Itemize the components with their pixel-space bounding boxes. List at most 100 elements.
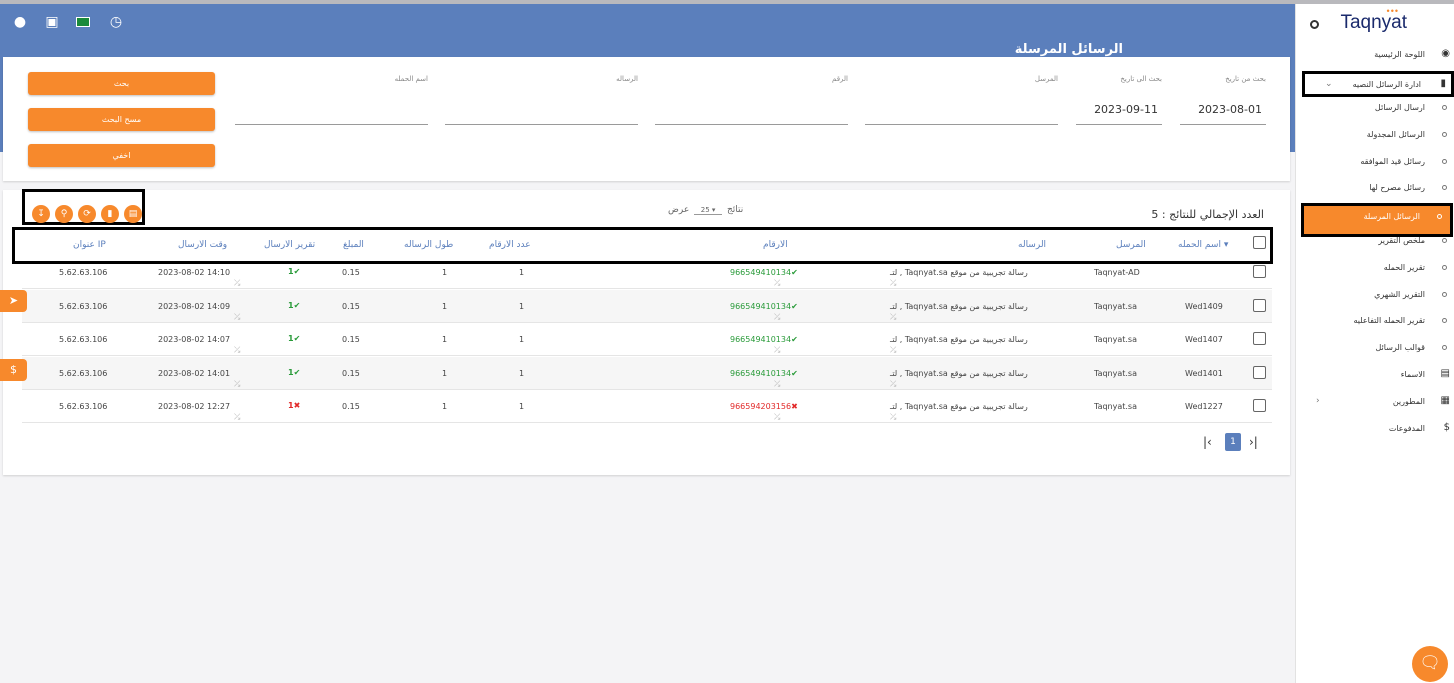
user-circle-icon[interactable]: ● [12, 14, 28, 30]
refresh-icon[interactable]: ⟳ [78, 205, 96, 223]
sidebar-item-label: اللوحة الرئيسية [1374, 50, 1425, 59]
clock-icon[interactable]: ◷ [108, 14, 124, 30]
resize-icon: ⤰ [774, 379, 781, 388]
cell-length: 1 [442, 268, 448, 277]
bullet-icon [1442, 292, 1447, 297]
resize-icon: ⤰ [234, 379, 241, 388]
select-all-checkbox[interactable] [1253, 236, 1266, 249]
page-size-control: نتائج 25 ▾ عرض [668, 205, 743, 215]
sidebar-item-6[interactable]: رسائل مصرح لها [1296, 177, 1454, 199]
cell-message: رسالة تجريبية من موقع Taqnyat.sa , لتـ [890, 369, 1028, 378]
col-message-header[interactable]: الرساله [1018, 240, 1046, 250]
saudi-flag-icon[interactable] [76, 17, 90, 27]
sidebar-item-12[interactable]: قوالب الرسائل [1296, 337, 1454, 359]
sidebar-item-10[interactable]: التقرير الشهري [1296, 284, 1454, 306]
cell-time: 2023-08-02 14:10 [158, 268, 231, 277]
current-page-button[interactable]: 1 [1225, 433, 1241, 451]
bullet-icon [1442, 318, 1447, 323]
col-amount-header[interactable]: المبلغ [343, 240, 364, 250]
row-checkbox[interactable] [1253, 366, 1266, 379]
search-icon[interactable]: ⚲ [55, 205, 73, 223]
search-filters-panel: بحث من تاريخ 2023-08-01 بحث الى تاريخ 20… [3, 57, 1290, 181]
search-button[interactable]: بحث [28, 72, 215, 95]
sender-label: المرسل [1034, 75, 1058, 83]
cell-sender: Taqnyat.sa [1094, 335, 1137, 344]
cell-message: رسالة تجريبية من موقع Taqnyat.sa , لتـ [890, 268, 1028, 277]
number-field[interactable]: الرقم [655, 75, 848, 125]
sidebar-item-13[interactable]: ▤ الاسماء [1296, 364, 1454, 386]
sidebar-item-5[interactable]: رسائل قيد الموافقه [1296, 151, 1454, 173]
resize-icon: ⤰ [234, 312, 241, 321]
col-numbers-header[interactable]: الارقام [763, 240, 788, 250]
cell-campaign: Wed1227 [1185, 402, 1223, 411]
last-page-button[interactable]: ›| [1249, 433, 1258, 451]
table-toolbar: ↧ ⚲ ⟳ ▮ ▤ [22, 189, 145, 225]
sender-field[interactable]: المرسل [865, 75, 1058, 125]
copy-icon[interactable]: ▤ [124, 205, 142, 223]
cell-amount: 0.15 [342, 335, 360, 344]
message-field[interactable]: الرساله [445, 75, 638, 125]
cell-message: رسالة تجريبية من موقع Taqnyat.sa , لتـ [890, 402, 1028, 411]
bullet-icon [1442, 265, 1447, 270]
row-checkbox[interactable] [1253, 332, 1266, 345]
table-row: Wed1401 Taqnyat.sa رسالة تجريبية من موقع T… [22, 357, 1272, 390]
cell-time: 2023-08-02 14:07 [158, 335, 231, 344]
pagination: |‹ 1 ›| [1203, 433, 1263, 451]
cell-ip: 5.62.63.106 [59, 369, 108, 378]
row-checkbox[interactable] [1253, 299, 1266, 312]
delete-icon[interactable]: ▮ [101, 205, 119, 223]
cell-amount: 0.15 [342, 302, 360, 311]
date-to-field[interactable]: بحث الى تاريخ 2023-09-11 [1076, 75, 1162, 125]
row-checkbox[interactable] [1253, 399, 1266, 412]
cell-ip: 5.62.63.106 [59, 335, 108, 344]
col-campaign-header[interactable]: اسم الحمله ▾ [1178, 240, 1228, 250]
sidebar-item-label: التقرير الشهري [1374, 290, 1425, 299]
sidebar-item-4[interactable]: الرسائل المجدولة [1296, 124, 1454, 146]
campaign-field[interactable]: اسم الحمله [235, 75, 428, 125]
sidebar-item-11[interactable]: تقرير الحمله التفاعليه [1296, 310, 1454, 332]
col-sender-header[interactable]: المرسل [1116, 240, 1146, 250]
page-size-select[interactable]: 25 ▾ [694, 206, 723, 215]
col-time-header[interactable]: وقت الارسال [178, 240, 227, 250]
sidebar-item-2[interactable]: ▮ ادارة الرسائل النصيه ⌄ [1302, 71, 1454, 97]
col-campaign-label: اسم الحمله [1178, 240, 1221, 250]
chat-icon[interactable]: 🗨 [1412, 646, 1448, 682]
sidebar-item-1[interactable]: ◉ اللوحة الرئيسية [1296, 44, 1454, 66]
cell-number: 966549410134✔ [730, 335, 798, 344]
col-length-header[interactable]: طول الرساله [404, 240, 453, 250]
bullet-icon [1442, 238, 1447, 243]
download-icon[interactable]: ↧ [32, 205, 50, 223]
sidebar-item-8[interactable]: ملخص التقرير [1296, 230, 1454, 252]
send-tab-icon[interactable]: ➤ [0, 290, 27, 312]
hide-filters-button[interactable]: اخفي [28, 144, 215, 167]
cell-length: 1 [442, 369, 448, 378]
date-from-label: بحث من تاريخ [1225, 75, 1266, 83]
row-checkbox[interactable] [1253, 265, 1266, 278]
sidebar-item-14[interactable]: ▦ المطورين ‹ [1296, 391, 1454, 413]
col-count-header[interactable]: عدد الارقام [489, 240, 531, 250]
sidebar-item-15[interactable]: $ المدفوعات [1296, 418, 1454, 440]
table-row: Wed1407 Taqnyat.sa رسالة تجريبية من موقع T… [22, 323, 1272, 356]
sidebar-item-label: المطورين [1392, 397, 1425, 406]
chevron-left-icon: ‹ [1316, 396, 1320, 406]
contacts-icon: ▤ [1440, 368, 1450, 379]
palette-icon: ◉ [1441, 48, 1450, 59]
date-to-label: بحث الى تاريخ [1120, 75, 1162, 83]
clear-search-button[interactable]: مسح البحث [28, 108, 215, 131]
sidebar-toggle-icon[interactable] [1310, 20, 1319, 29]
bullet-icon [1442, 132, 1447, 137]
show-label: عرض [668, 205, 690, 215]
sidebar-item-3[interactable]: ارسال الرسائل [1296, 97, 1454, 119]
cell-count: 1 [519, 369, 525, 378]
col-report-header[interactable]: تقرير الارسال [264, 240, 315, 250]
logo: Taqnyat ••• [1340, 6, 1407, 33]
col-ip-header[interactable]: عنوان IP [73, 240, 106, 250]
fullscreen-icon[interactable]: ▣ [44, 14, 60, 30]
cell-time: 2023-08-02 12:27 [158, 402, 231, 411]
dollar-tab-icon[interactable]: $ [0, 359, 27, 381]
cell-time: 2023-08-02 14:01 [158, 369, 231, 378]
first-page-button[interactable]: |‹ [1203, 433, 1212, 451]
date-from-field[interactable]: بحث من تاريخ 2023-08-01 [1180, 75, 1266, 125]
sidebar-item-9[interactable]: تقرير الحمله [1296, 257, 1454, 279]
resize-icon: ⤰ [774, 345, 781, 354]
